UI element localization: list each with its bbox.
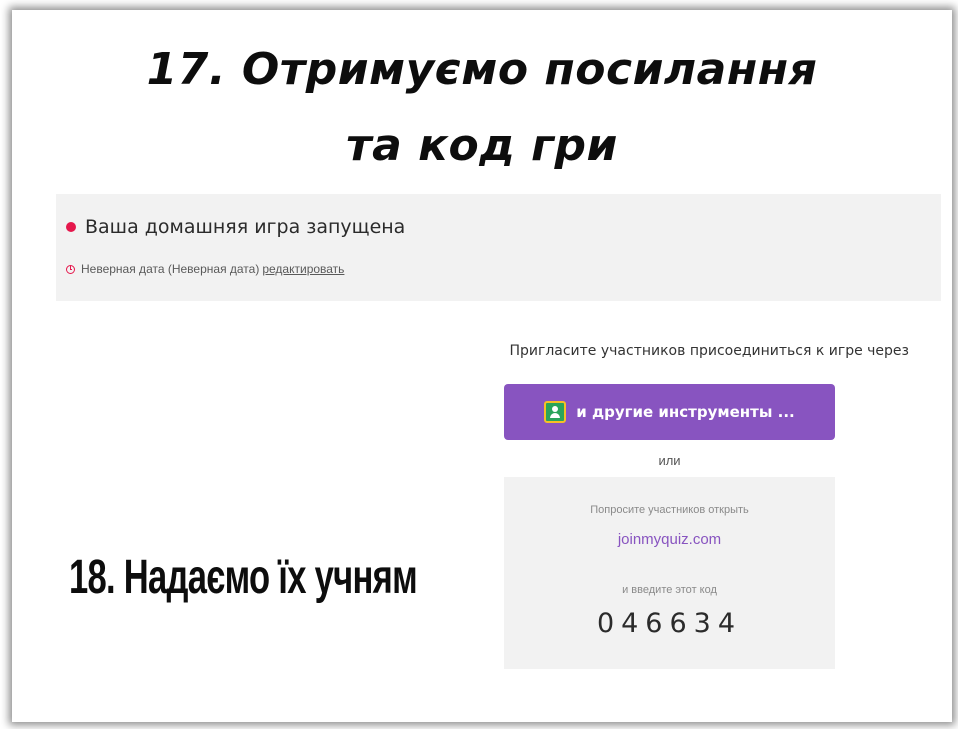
live-dot-icon: [66, 222, 76, 232]
game-code: 046634: [596, 608, 743, 639]
slide-heading-line-2: та код гри: [346, 120, 618, 171]
clock-icon: [66, 264, 75, 274]
game-status-line: Ваша домашняя игра запущена: [66, 216, 405, 238]
enter-code-instructions: и введите этот код: [622, 584, 717, 596]
google-classroom-icon: [544, 401, 567, 423]
edit-date-link[interactable]: редактировать: [262, 262, 344, 276]
join-instructions: Попросите участников открыть: [590, 504, 749, 516]
join-url-link[interactable]: joinmyquiz.com: [504, 531, 835, 548]
invite-prompt: Пригласите участников присоединиться к и…: [509, 343, 909, 359]
game-date-text: Неверная дата (Неверная дата): [81, 262, 260, 276]
slide: 17. Отримуємо посилання та код гри Ваша …: [12, 10, 952, 722]
join-code-card: Попросите участников открыть joinmyquiz.…: [504, 477, 835, 669]
slide-heading-line-1: 17. Отримуємо посилання: [146, 44, 818, 95]
game-date-line: Неверная дата (Неверная дата) редактиров…: [66, 262, 344, 276]
game-status-title: Ваша домашняя игра запущена: [85, 216, 406, 238]
or-separator: или: [658, 453, 681, 468]
slide-caption: 18. Надаємо їх учням: [69, 551, 418, 604]
share-other-tools-button[interactable]: и другие инструменты ...: [504, 384, 835, 440]
share-button-label: и другие инструменты ...: [576, 403, 795, 421]
game-status-panel: Ваша домашняя игра запущена Неверная дат…: [56, 194, 941, 301]
